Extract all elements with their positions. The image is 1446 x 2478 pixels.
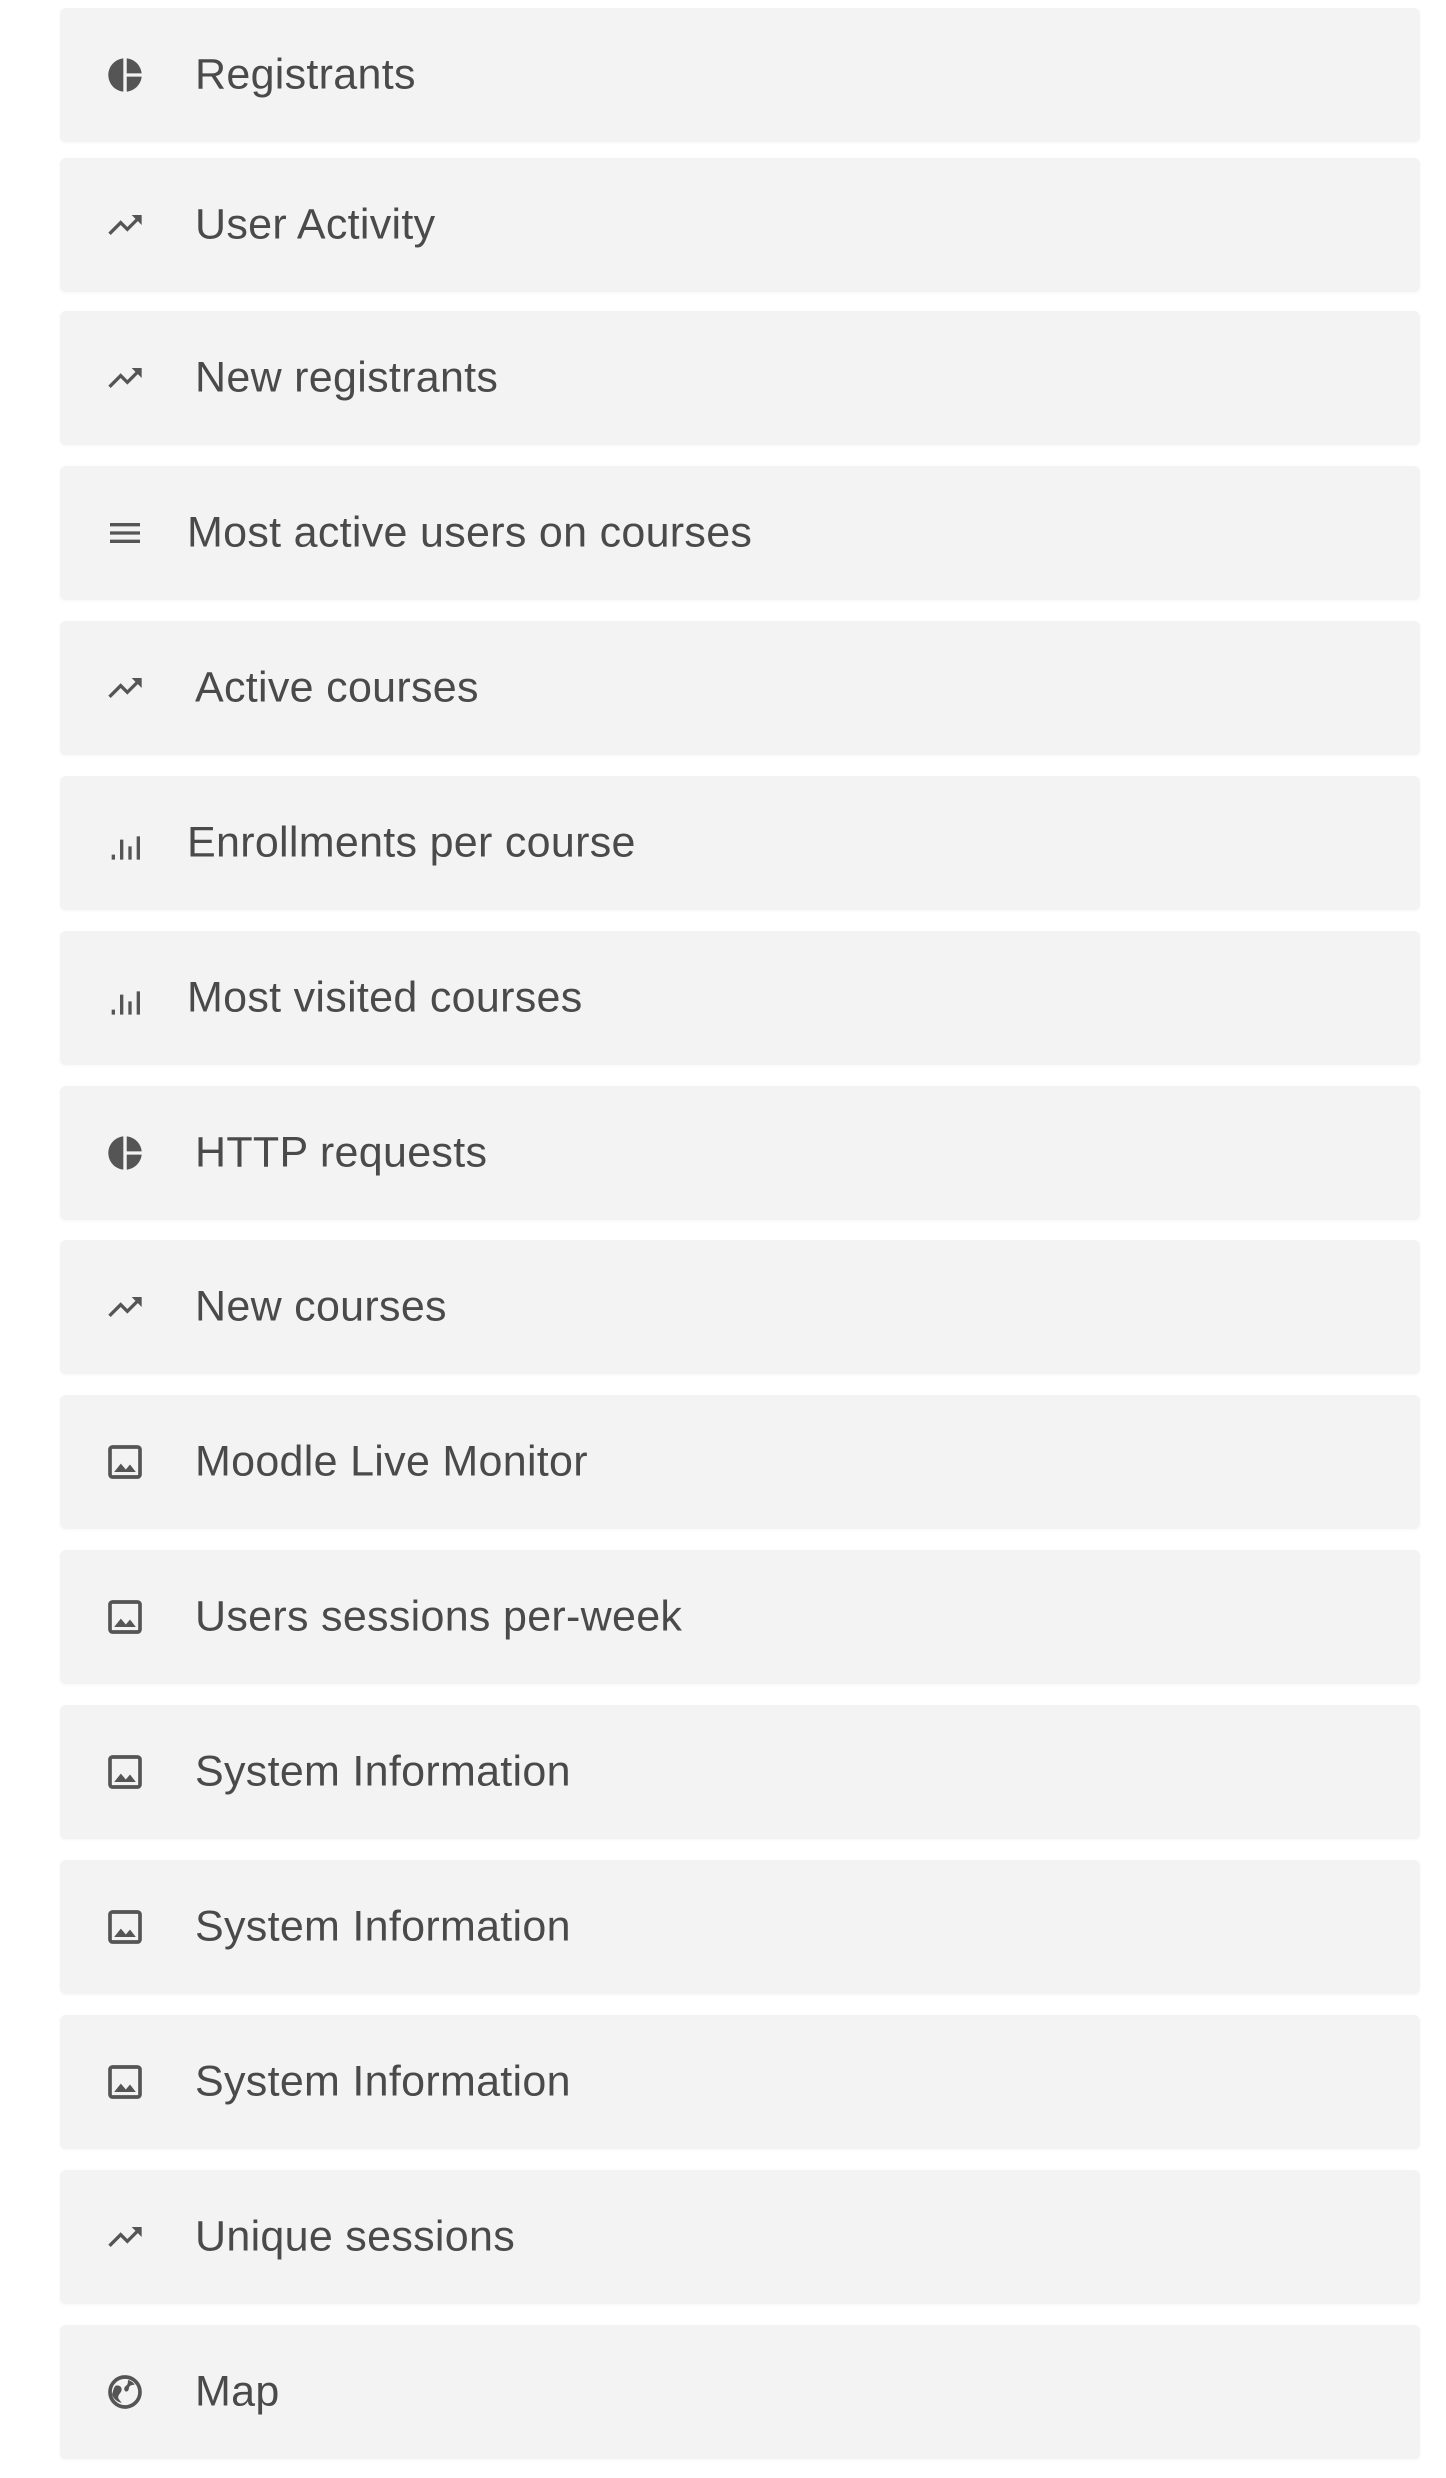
report-item-http-requests[interactable]: HTTP requests	[60, 1086, 1420, 1220]
report-item-enrollments-per-course[interactable]: Enrollments per course	[60, 776, 1420, 910]
report-item-most-active-users[interactable]: Most active users on courses	[60, 466, 1420, 600]
report-label: New registrants	[195, 353, 499, 402]
trending-up-icon	[102, 355, 148, 401]
report-item-user-activity[interactable]: User Activity	[60, 158, 1420, 292]
report-label: Registrants	[195, 50, 416, 99]
report-item-map[interactable]: Map	[60, 2325, 1420, 2459]
report-label: Enrollments per course	[187, 818, 636, 867]
bar-chart-icon	[102, 820, 148, 866]
report-item-system-information-2[interactable]: System Information	[60, 1860, 1420, 1994]
report-label: Moodle Live Monitor	[195, 1437, 588, 1486]
report-item-new-registrants[interactable]: New registrants	[60, 311, 1420, 445]
report-item-registrants[interactable]: Registrants	[60, 8, 1420, 142]
report-item-moodle-live-monitor[interactable]: Moodle Live Monitor	[60, 1395, 1420, 1529]
report-item-users-sessions-per-week[interactable]: Users sessions per-week	[60, 1550, 1420, 1684]
report-label: HTTP requests	[195, 1128, 488, 1177]
report-label: Most active users on courses	[187, 508, 753, 557]
report-label: User Activity	[195, 200, 436, 249]
report-label: New courses	[195, 1282, 447, 1331]
trending-up-icon	[102, 202, 148, 248]
report-label: Active courses	[195, 663, 479, 712]
image-icon	[102, 1594, 148, 1640]
bar-chart-icon	[102, 975, 148, 1021]
trending-up-icon	[102, 2214, 148, 2260]
report-item-system-information-3[interactable]: System Information	[60, 2015, 1420, 2149]
report-list: Registrants User Activity New registrant…	[0, 0, 1446, 2478]
globe-icon	[102, 2369, 148, 2415]
image-icon	[102, 1439, 148, 1485]
pie-chart-icon	[102, 1130, 148, 1176]
image-icon	[102, 2059, 148, 2105]
report-item-unique-sessions[interactable]: Unique sessions	[60, 2170, 1420, 2304]
report-label: Users sessions per-week	[195, 1592, 683, 1641]
report-item-system-information-1[interactable]: System Information	[60, 1705, 1420, 1839]
report-item-most-visited-courses[interactable]: Most visited courses	[60, 931, 1420, 1065]
report-label: Map	[195, 2367, 280, 2416]
report-label: Most visited courses	[187, 973, 583, 1022]
report-label: System Information	[195, 2057, 571, 2106]
trending-up-icon	[102, 665, 148, 711]
report-item-new-courses[interactable]: New courses	[60, 1240, 1420, 1374]
report-label: System Information	[195, 1747, 571, 1796]
report-label: Unique sessions	[195, 2212, 516, 2261]
image-icon	[102, 1904, 148, 1950]
report-label: System Information	[195, 1902, 571, 1951]
pie-chart-icon	[102, 52, 148, 98]
image-icon	[102, 1749, 148, 1795]
report-item-active-courses[interactable]: Active courses	[60, 621, 1420, 755]
trending-up-icon	[102, 1284, 148, 1330]
list-icon	[102, 510, 148, 556]
